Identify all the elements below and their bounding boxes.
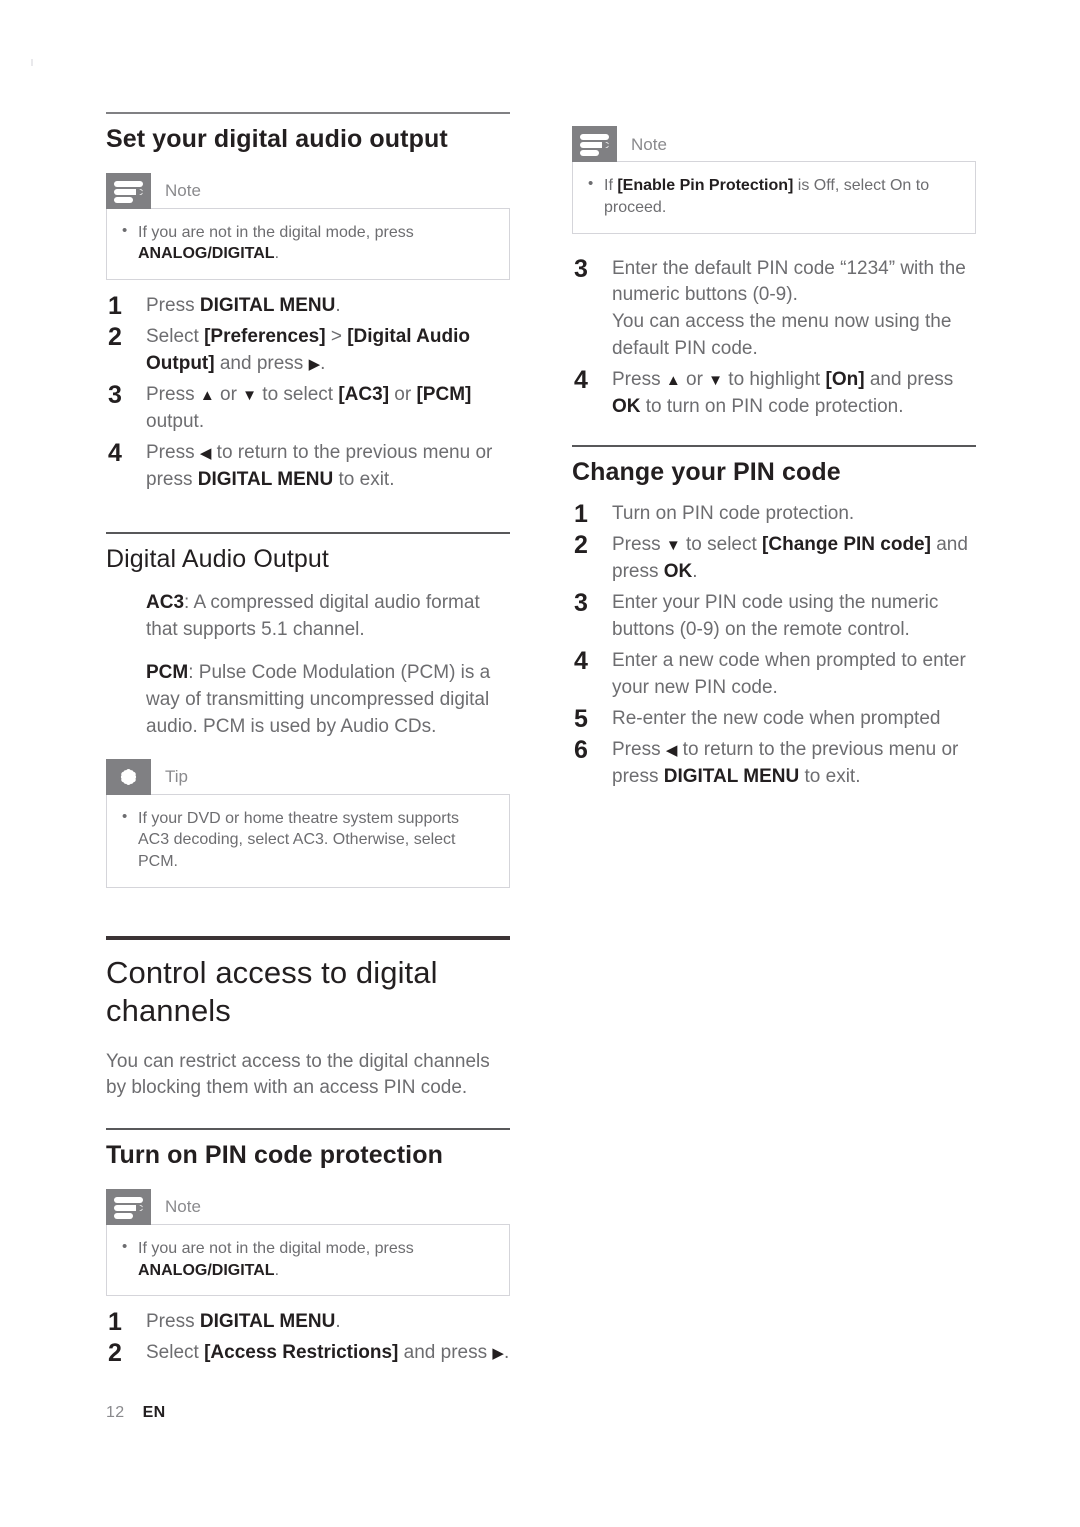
chapter-intro: You can restrict access to the digital c… [106, 1050, 490, 1099]
steps-continued: Enter the default PIN code “1234” with t… [572, 253, 976, 422]
digital-audio-definitions: AC3: A compressed digital audio format t… [106, 590, 510, 741]
note-callout-2-label: Note [165, 1197, 201, 1217]
page-footer: 12 EN [106, 1404, 166, 1422]
tip-callout-body: If your DVD or home theatre system suppo… [106, 793, 510, 888]
note-callout-3-body: If [Enable Pin Protection] is Off, selec… [572, 161, 976, 234]
step-item: Press ▲ or ▼ to highlight [On] and press… [574, 364, 954, 418]
tip-callout: Tip If your DVD or home theatre system s… [106, 758, 510, 888]
tip-item: If your DVD or home theatre system suppo… [121, 807, 493, 873]
section-rule [106, 1128, 510, 1131]
step-item: Turn on PIN code protection. [574, 498, 855, 532]
chapter-rule [106, 935, 510, 940]
section-rule [572, 445, 976, 448]
note-icon [572, 126, 617, 162]
step-item: Press DIGITAL MENU. [108, 1306, 341, 1340]
note-callout-1-body: If you are not in the digital mode, pres… [106, 207, 510, 280]
note-callout-2-tab: Note [106, 1188, 510, 1225]
step-item: Press DIGITAL MENU. [108, 290, 341, 324]
left-column: Set your digital audio output Note If yo… [106, 112, 510, 1371]
note-item: If [Enable Pin Protection] is Off, selec… [587, 174, 959, 219]
chapter-title: Control access to digital channels [106, 954, 438, 1028]
tip-callout-label: Tip [165, 767, 188, 787]
manual-page: Set your digital audio output Note If yo… [0, 0, 1080, 1527]
note-callout-1-label: Note [165, 181, 201, 200]
step-item: Re-enter the new code when prompted [574, 703, 941, 737]
definition-paragraph: AC3: A compressed digital audio format t… [146, 591, 480, 640]
step-item: Press ▲ or ▼ to select [AC3] or [PCM] ou… [108, 379, 472, 432]
section-rule [106, 112, 510, 114]
heading-turn-on-pin-code-protection: Turn on PIN code protection [106, 1141, 443, 1170]
heading-change-your-pin-code: Change your PIN code [572, 458, 841, 487]
right-column: Note If [Enable Pin Protection] is Off, … [572, 112, 976, 795]
steps-turn-on-pin-code-protection: Press DIGITAL MENU. Select [Access Restri… [106, 1306, 510, 1371]
steps-set-digital-audio-output: Press DIGITAL MENU. Select [Preferences] … [106, 290, 510, 494]
crop-mark [31, 59, 33, 66]
definition-paragraph: PCM: Pulse Code Modulation (PCM) is a wa… [146, 661, 491, 737]
tip-icon [106, 758, 151, 795]
note-callout-3-label: Note [631, 134, 667, 154]
step-item: Enter a new code when prompted to enter … [574, 645, 966, 698]
note-callout-2-body: If you are not in the digital mode, pres… [106, 1223, 510, 1297]
step-item: Select [Preferences] > [Digital Audio Ou… [108, 321, 470, 374]
section-rule [106, 531, 510, 534]
note-callout-1-tab: Note [106, 172, 510, 209]
steps-change-pin-code: Turn on PIN code protection. Press ▼ to s… [572, 498, 976, 791]
step-item: Enter the default PIN code “1234” with t… [574, 253, 966, 360]
step-item: Press ▼ to select [Change PIN code] and … [574, 529, 968, 582]
note-item: If you are not in the digital mode, pres… [121, 1237, 493, 1282]
tip-callout-tab: Tip [106, 758, 510, 795]
note-callout-2: Note If you are not in the digital mode,… [106, 1188, 510, 1297]
note-icon [106, 172, 151, 209]
page-number: 12 [106, 1404, 125, 1421]
note-icon [106, 1188, 151, 1225]
step-item: Select [Access Restrictions] and press ▶… [108, 1337, 510, 1371]
step-item: Press ◀ to return to the previous menu o… [574, 734, 959, 787]
heading-set-digital-audio-output: Set your digital audio output [106, 125, 448, 153]
note-item: If you are not in the digital mode, pres… [121, 221, 493, 266]
page-language: EN [142, 1404, 166, 1421]
note-callout-3: Note If [Enable Pin Protection] is Off, … [572, 126, 976, 234]
heading-digital-audio-output: Digital Audio Output [106, 544, 329, 573]
note-callout-3-tab: Note [572, 126, 976, 162]
step-item: Enter your PIN code using the numeric bu… [574, 587, 939, 640]
step-item: Press ◀ to return to the previous menu o… [108, 437, 493, 490]
note-callout-1: Note If you are not in the digital mode,… [106, 172, 510, 280]
